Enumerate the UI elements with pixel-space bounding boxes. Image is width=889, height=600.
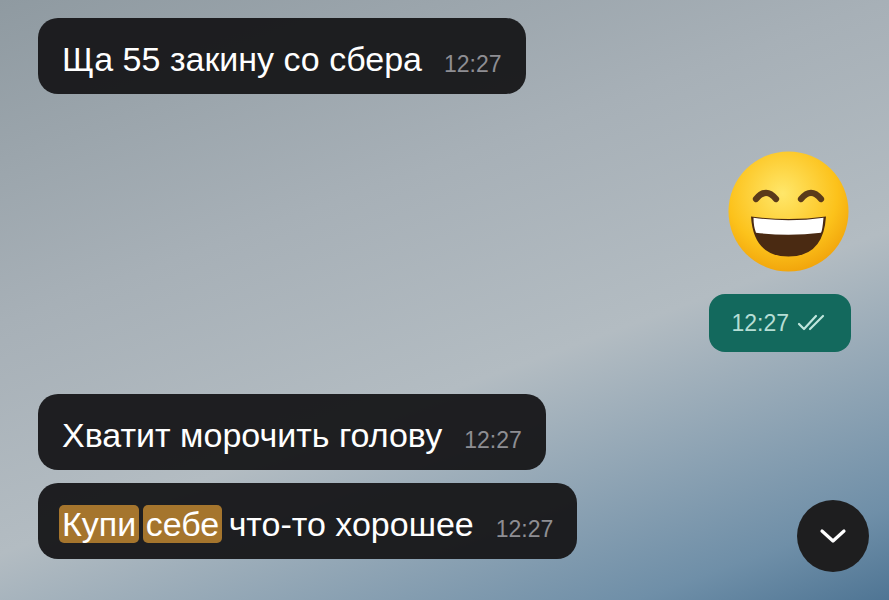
search-highlight: Купи — [59, 505, 139, 543]
chat-screen: Ща 55 закину со сбера 12:27 12:27 Хватит… — [0, 0, 889, 600]
message-time: 12:27 — [496, 515, 554, 545]
chevron-down-icon — [818, 527, 848, 545]
scroll-down-button[interactable] — [797, 500, 869, 572]
message-time: 12:27 — [464, 426, 522, 456]
text-segment: Ща 55 закину со сбера — [62, 40, 422, 78]
message-text: Купи себе что-то хорошее — [62, 503, 474, 545]
message-bubble[interactable]: Ща 55 закину со сбера 12:27 — [38, 18, 526, 94]
search-highlight: себе — [143, 505, 223, 543]
text-segment: что-то хорошее — [219, 505, 474, 543]
message-meta: 12:27 — [709, 294, 851, 352]
message-time: 12:27 — [731, 309, 789, 337]
message-row: 12:27 — [38, 149, 851, 352]
message-time: 12:27 — [444, 50, 502, 80]
message-text: Ща 55 закину со сбера — [62, 38, 422, 80]
message-bubble[interactable]: Хватит морочить голову 12:27 — [38, 394, 546, 470]
text-segment: Хватит морочить голову — [62, 416, 442, 454]
message-text: Хватит морочить голову — [62, 414, 442, 456]
double-check-icon — [797, 314, 829, 332]
emoji-message[interactable]: 12:27 — [709, 149, 851, 352]
message-bubble[interactable]: Купи себе что-то хорошее 12:27 — [38, 483, 577, 559]
message-row: Ща 55 закину со сбера 12:27 — [38, 18, 851, 94]
message-row: Хватит морочить голову 12:27 — [38, 394, 851, 470]
message-list: Ща 55 закину со сбера 12:27 12:27 Хватит… — [0, 0, 889, 559]
grinning-face-icon — [726, 149, 851, 274]
message-row: Купи себе что-то хорошее 12:27 — [38, 483, 851, 559]
